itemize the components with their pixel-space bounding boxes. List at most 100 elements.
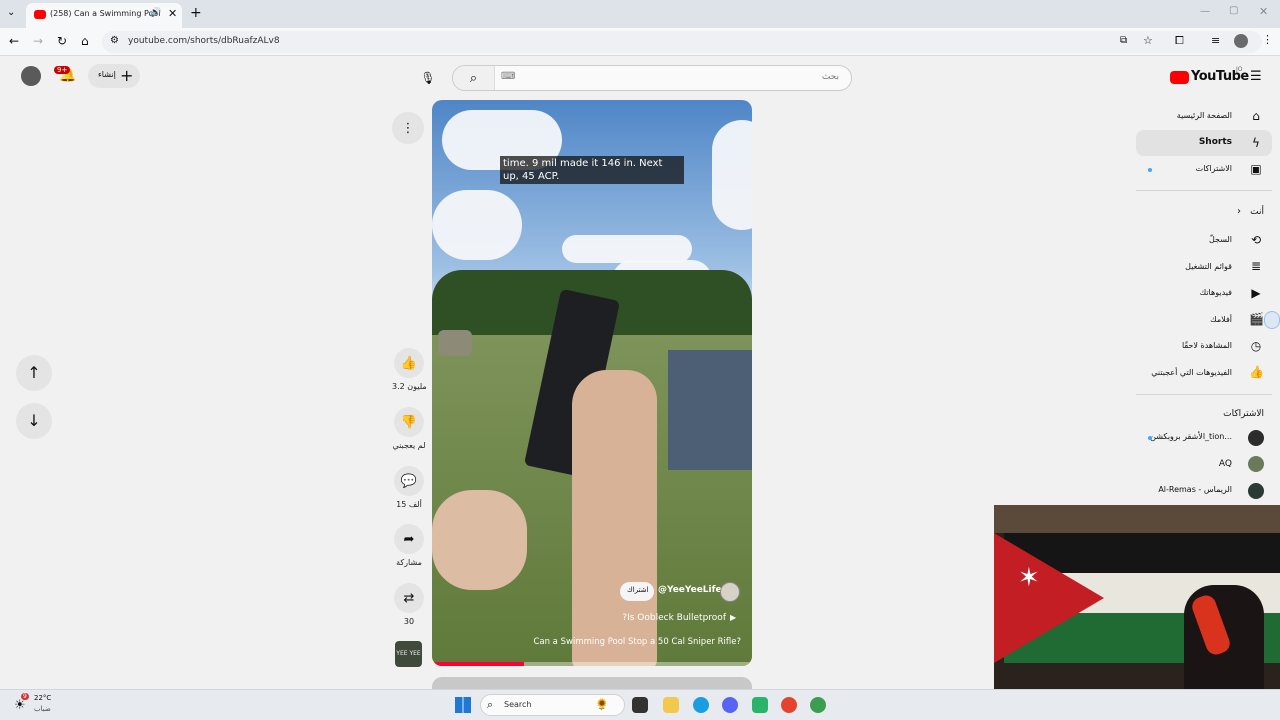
maximize-icon[interactable]: ▢	[1229, 5, 1238, 16]
more-options-button[interactable]: ⋮	[392, 112, 424, 144]
subscription-label: AQ	[1218, 459, 1232, 469]
like-button[interactable]: 👍	[394, 348, 424, 378]
chrome-profile-icon[interactable]	[810, 697, 826, 713]
like-action[interactable]: 👍 3.2 مليون	[392, 348, 427, 391]
omnibox[interactable]: ⚙ youtube.com/shorts/dbRuafzALv8 ⧉ ☆	[102, 31, 1262, 53]
search-button[interactable]: ⌕	[453, 66, 495, 90]
install-icon[interactable]: ⧉	[1120, 35, 1127, 46]
bookmark-star-icon[interactable]: ☆	[1143, 34, 1153, 47]
subscribe-label: اشتراك	[627, 586, 649, 594]
create-button[interactable]: إنشاء +	[88, 64, 140, 88]
task-view-icon[interactable]	[632, 697, 648, 713]
channel-thumbnail[interactable]: YEE YEE	[395, 641, 422, 667]
edge-icon[interactable]	[693, 697, 709, 713]
home-icon[interactable]: ⌂	[81, 34, 89, 48]
search-box[interactable]: ⌕ ⌨ بحث	[452, 65, 852, 91]
search-input[interactable]: بحث	[822, 72, 839, 82]
account-avatar[interactable]	[21, 66, 41, 86]
comment-count: 15 ألف	[396, 500, 422, 509]
comments-button[interactable]: 💬	[394, 466, 424, 496]
discord-icon[interactable]	[722, 697, 738, 713]
site-info-icon[interactable]: ⚙	[110, 35, 119, 46]
next-short-button[interactable]: ↓	[16, 403, 52, 439]
more-vert-icon: ⋮	[401, 120, 415, 136]
youtube-play-icon	[1170, 71, 1189, 84]
back-icon[interactable]: ←	[9, 34, 19, 48]
close-window-icon[interactable]: ✕	[1259, 5, 1268, 18]
new-content-dot	[1148, 168, 1152, 172]
flag-star-icon: ✶	[1018, 563, 1040, 593]
youtube-favicon-icon	[34, 10, 46, 19]
windows-start-icon[interactable]	[455, 697, 471, 713]
taskbar-search[interactable]: ⌕ Search 🌻	[480, 694, 625, 716]
share-action[interactable]: ➦ مشاركة	[392, 524, 426, 567]
close-tab-icon[interactable]: ✕	[168, 7, 177, 20]
share-button[interactable]: ➦	[394, 524, 424, 554]
extensions-icon[interactable]: ⧠	[1175, 34, 1184, 48]
comments-action[interactable]: 💬 15 ألف	[392, 466, 426, 509]
minimize-icon[interactable]: —	[1200, 6, 1210, 17]
sidebar-item-label: السجلّ	[1208, 235, 1232, 244]
new-content-dot	[1148, 436, 1152, 440]
weather-icon[interactable]: ☀	[14, 698, 26, 713]
watch-later-icon: ◷	[1250, 339, 1262, 353]
thumb-down-icon: 👎	[400, 414, 418, 430]
remix-action[interactable]: ⇄ 30	[392, 583, 426, 626]
cloud-shape	[562, 235, 692, 263]
sidebar-item-label: الاشتراكات	[1195, 164, 1232, 173]
browser-tab[interactable]: (258) Can a Swimming Pool 🔊 ✕	[26, 3, 182, 28]
playlist-icon: ≣	[1250, 259, 1262, 273]
windows-taskbar: ☀ 9 22°C ضباب ⌕ Search 🌻	[0, 689, 1280, 720]
browser-menu-icon[interactable]: ⋮	[1262, 33, 1273, 46]
you-heading: أنت	[1250, 207, 1264, 217]
sidebar-divider	[1136, 394, 1272, 395]
webcam-overlay: ✶	[994, 505, 1280, 720]
channel-avatar[interactable]	[720, 582, 740, 602]
movies-icon: 🎬	[1249, 312, 1264, 326]
audio-icon[interactable]: 🔊	[150, 8, 161, 18]
taskbar-search-label: Search	[504, 700, 532, 709]
previous-short-button[interactable]: ↑	[16, 355, 52, 391]
share-icon: ➦	[403, 531, 415, 547]
subscription-label: Al-Remas - الريماس	[1158, 485, 1232, 494]
remix-button[interactable]: ⇄	[394, 583, 424, 613]
search-icon: ⌕	[487, 698, 494, 711]
search-highlight-icon: 🌻	[595, 698, 609, 711]
subscriptions-heading: الاشتراكات	[1223, 409, 1264, 419]
tab-list-icon[interactable]: ⌄	[7, 7, 15, 18]
cloud-shape	[432, 190, 522, 260]
like-count: 3.2 مليون	[392, 382, 427, 391]
progress-bar-fill	[432, 662, 524, 666]
comment-icon: 💬	[400, 473, 418, 489]
dislike-action[interactable]: 👎 لم يعجبني	[392, 407, 426, 450]
subscribe-button[interactable]: اشتراك	[620, 582, 654, 601]
plus-icon: +	[120, 66, 134, 85]
url-text[interactable]: youtube.com/shorts/dbRuafzALv8	[128, 36, 280, 46]
sidebar-item-label: فيديوهاتك	[1199, 288, 1232, 297]
reading-list-icon[interactable]: ≡	[1211, 34, 1220, 47]
video-title: Can a Swimming Pool Stop a 50 Cal Sniper…	[533, 637, 741, 647]
your-videos-icon: ▶	[1251, 286, 1261, 300]
video-caption: time. 9 mil made it 146 in. Next up, 45 …	[500, 156, 684, 184]
file-explorer-icon[interactable]	[663, 697, 679, 713]
sidebar-item-label: Shorts	[1198, 137, 1232, 147]
history-icon: ⟲	[1250, 233, 1262, 247]
new-tab-icon[interactable]: +	[190, 5, 202, 21]
channel-name[interactable]: @YeeYeeLife	[658, 585, 722, 595]
reload-icon[interactable]: ↻	[57, 34, 67, 48]
profile-avatar[interactable]	[1234, 34, 1248, 48]
arrow-up-icon: ↑	[27, 363, 41, 382]
chrome-icon[interactable]	[781, 697, 797, 713]
short-video-player[interactable]: time. 9 mil made it 146 in. Next up, 45 …	[432, 100, 752, 666]
floating-mic-icon[interactable]	[1264, 311, 1280, 329]
forward-icon[interactable]: →	[33, 34, 43, 48]
dislike-button[interactable]: 👎	[394, 407, 424, 437]
app-icon[interactable]	[752, 697, 768, 713]
voice-search-button[interactable]: 🎙	[413, 63, 443, 93]
keyboard-icon[interactable]: ⌨	[501, 71, 515, 82]
shorts-icon: ϟ	[1252, 136, 1260, 150]
channel-thumbnail-text: YEE YEE	[396, 650, 421, 657]
linked-video-title[interactable]: Is Oobleck Bulletproof?	[622, 613, 726, 623]
curtain	[994, 505, 1280, 533]
guide-menu-icon[interactable]: ☰	[1250, 69, 1262, 84]
